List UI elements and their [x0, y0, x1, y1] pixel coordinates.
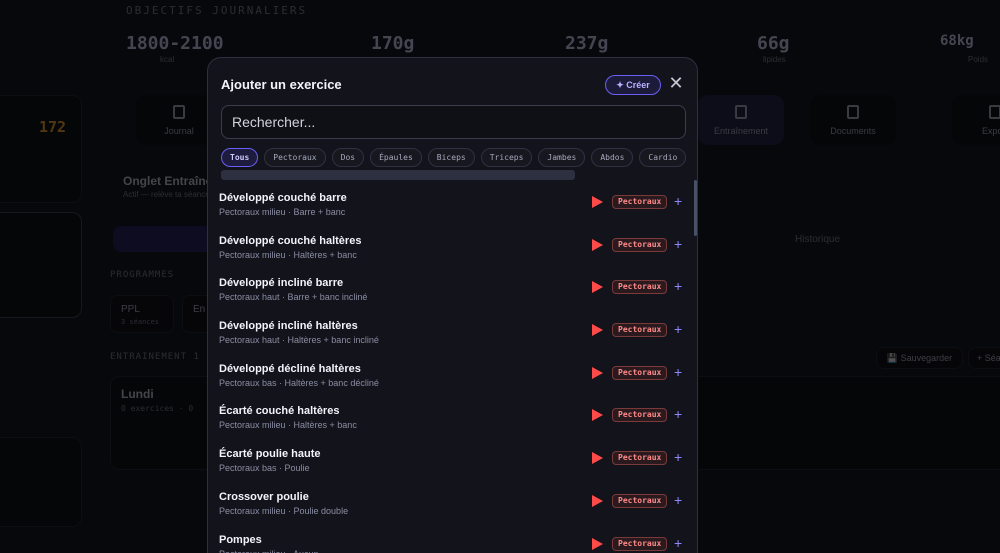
- add-icon[interactable]: +: [674, 492, 682, 508]
- exercise-row[interactable]: Développé incliné haltères Pectoraux haut…: [208, 312, 697, 355]
- play-icon[interactable]: [592, 238, 603, 251]
- play-icon[interactable]: [592, 494, 603, 507]
- vertical-scrollbar[interactable]: [694, 180, 697, 236]
- add-icon[interactable]: +: [674, 449, 682, 465]
- exercise-row[interactable]: Écarté poulie haute Pectoraux bas · Pouli…: [208, 440, 697, 483]
- search-field[interactable]: [221, 105, 686, 139]
- add-icon[interactable]: +: [674, 535, 682, 551]
- exercise-details: Pectoraux milieu · Aucun: [219, 549, 319, 553]
- muscle-tag[interactable]: Pectoraux: [612, 451, 668, 466]
- close-icon[interactable]: ✕: [668, 74, 684, 92]
- exercise-details: Pectoraux milieu · Poulie double: [219, 505, 349, 516]
- exercise-details: Pectoraux bas · Poulie: [219, 463, 310, 474]
- play-icon[interactable]: [592, 452, 603, 465]
- play-icon[interactable]: [592, 324, 603, 337]
- filter-chips: Tous Pectoraux Dos Épaules Biceps Triceps Jamb…: [221, 148, 691, 168]
- exercise-name: Développé couché barre: [219, 192, 347, 204]
- exercise-name: Écarté couché haltères: [219, 405, 340, 418]
- filter-chip-2[interactable]: Dos: [331, 148, 365, 167]
- filter-chip-6[interactable]: Jambes: [538, 148, 586, 167]
- play-icon[interactable]: [592, 409, 603, 422]
- exercise-row[interactable]: Développé incliné barre Pectoraux haut · …: [208, 269, 697, 312]
- filter-chip-8[interactable]: Cardio: [639, 148, 687, 167]
- filter-chip-3[interactable]: Épaules: [370, 148, 422, 167]
- filter-chip-5[interactable]: Triceps: [480, 148, 533, 167]
- exercise-name: Écarté poulie haute: [219, 448, 321, 461]
- exercise-row[interactable]: Développé couché barre Pectoraux milieu ·…: [208, 184, 697, 227]
- exercise-details: Pectoraux milieu · Haltères + banc: [219, 249, 357, 260]
- add-icon[interactable]: +: [674, 406, 682, 422]
- play-icon[interactable]: [592, 537, 603, 550]
- add-icon[interactable]: +: [674, 364, 682, 380]
- exercise-name: Développé incliné haltères: [219, 320, 358, 333]
- add-icon[interactable]: +: [674, 321, 682, 337]
- add-icon[interactable]: +: [674, 278, 682, 294]
- muscle-tag[interactable]: Pectoraux: [612, 195, 668, 209]
- muscle-tag[interactable]: Pectoraux: [612, 323, 668, 338]
- exercise-name: Développé incliné barre: [219, 277, 344, 290]
- muscle-tag[interactable]: Pectoraux: [612, 536, 668, 551]
- exercise-row[interactable]: Écarté couché haltères Pectoraux milieu ·…: [208, 397, 697, 440]
- muscle-tag[interactable]: Pectoraux: [612, 365, 668, 380]
- play-icon[interactable]: [592, 281, 603, 294]
- exercise-name: Développé couché haltères: [219, 234, 362, 247]
- add-icon[interactable]: +: [674, 193, 682, 209]
- horizontal-scrollbar[interactable]: [221, 170, 575, 180]
- muscle-tag[interactable]: Pectoraux: [612, 280, 668, 295]
- exercise-details: Pectoraux haut · Barre + banc incliné: [219, 292, 368, 303]
- exercise-name: Pompes: [219, 533, 262, 546]
- exercise-name: Développé décliné haltères: [219, 362, 361, 375]
- exercise-details: Pectoraux milieu · Haltères + banc: [219, 420, 357, 431]
- exercise-details: Pectoraux milieu · Barre + banc: [219, 207, 346, 217]
- add-exercise-modal: Ajouter un exercice ✦ Créer ✕ Tous Pector…: [207, 57, 698, 553]
- exercise-details: Pectoraux haut · Haltères + banc incliné: [219, 335, 379, 346]
- filter-chip-7[interactable]: Abdos: [591, 148, 634, 167]
- play-icon[interactable]: [592, 366, 603, 379]
- exercise-row[interactable]: Développé décliné haltères Pectoraux bas …: [208, 355, 697, 398]
- muscle-tag[interactable]: Pectoraux: [612, 237, 668, 252]
- exercise-row[interactable]: Crossover poulie Pectoraux milieu · Pouli…: [208, 483, 697, 526]
- exercise-row[interactable]: Pompes Pectoraux milieu · Aucun Pectoraux +: [208, 526, 697, 553]
- exercise-name: Crossover poulie: [219, 490, 309, 503]
- exercise-details: Pectoraux bas · Haltères + banc décliné: [219, 377, 379, 388]
- play-icon[interactable]: [592, 196, 603, 208]
- exercise-list: Développé couché barre Pectoraux milieu ·…: [208, 184, 697, 553]
- create-button[interactable]: ✦ Créer: [605, 75, 661, 95]
- filter-chip-4[interactable]: Biceps: [427, 148, 475, 167]
- modal-title: Ajouter un exercice: [221, 77, 342, 92]
- muscle-tag[interactable]: Pectoraux: [612, 408, 668, 423]
- filter-chip-1[interactable]: Pectoraux: [264, 148, 326, 167]
- exercise-row[interactable]: Développé couché haltères Pectoraux milie…: [208, 227, 697, 270]
- muscle-tag[interactable]: Pectoraux: [612, 493, 668, 508]
- add-icon[interactable]: +: [674, 236, 682, 252]
- search-input[interactable]: [222, 106, 685, 138]
- filter-chip-0[interactable]: Tous: [221, 148, 259, 167]
